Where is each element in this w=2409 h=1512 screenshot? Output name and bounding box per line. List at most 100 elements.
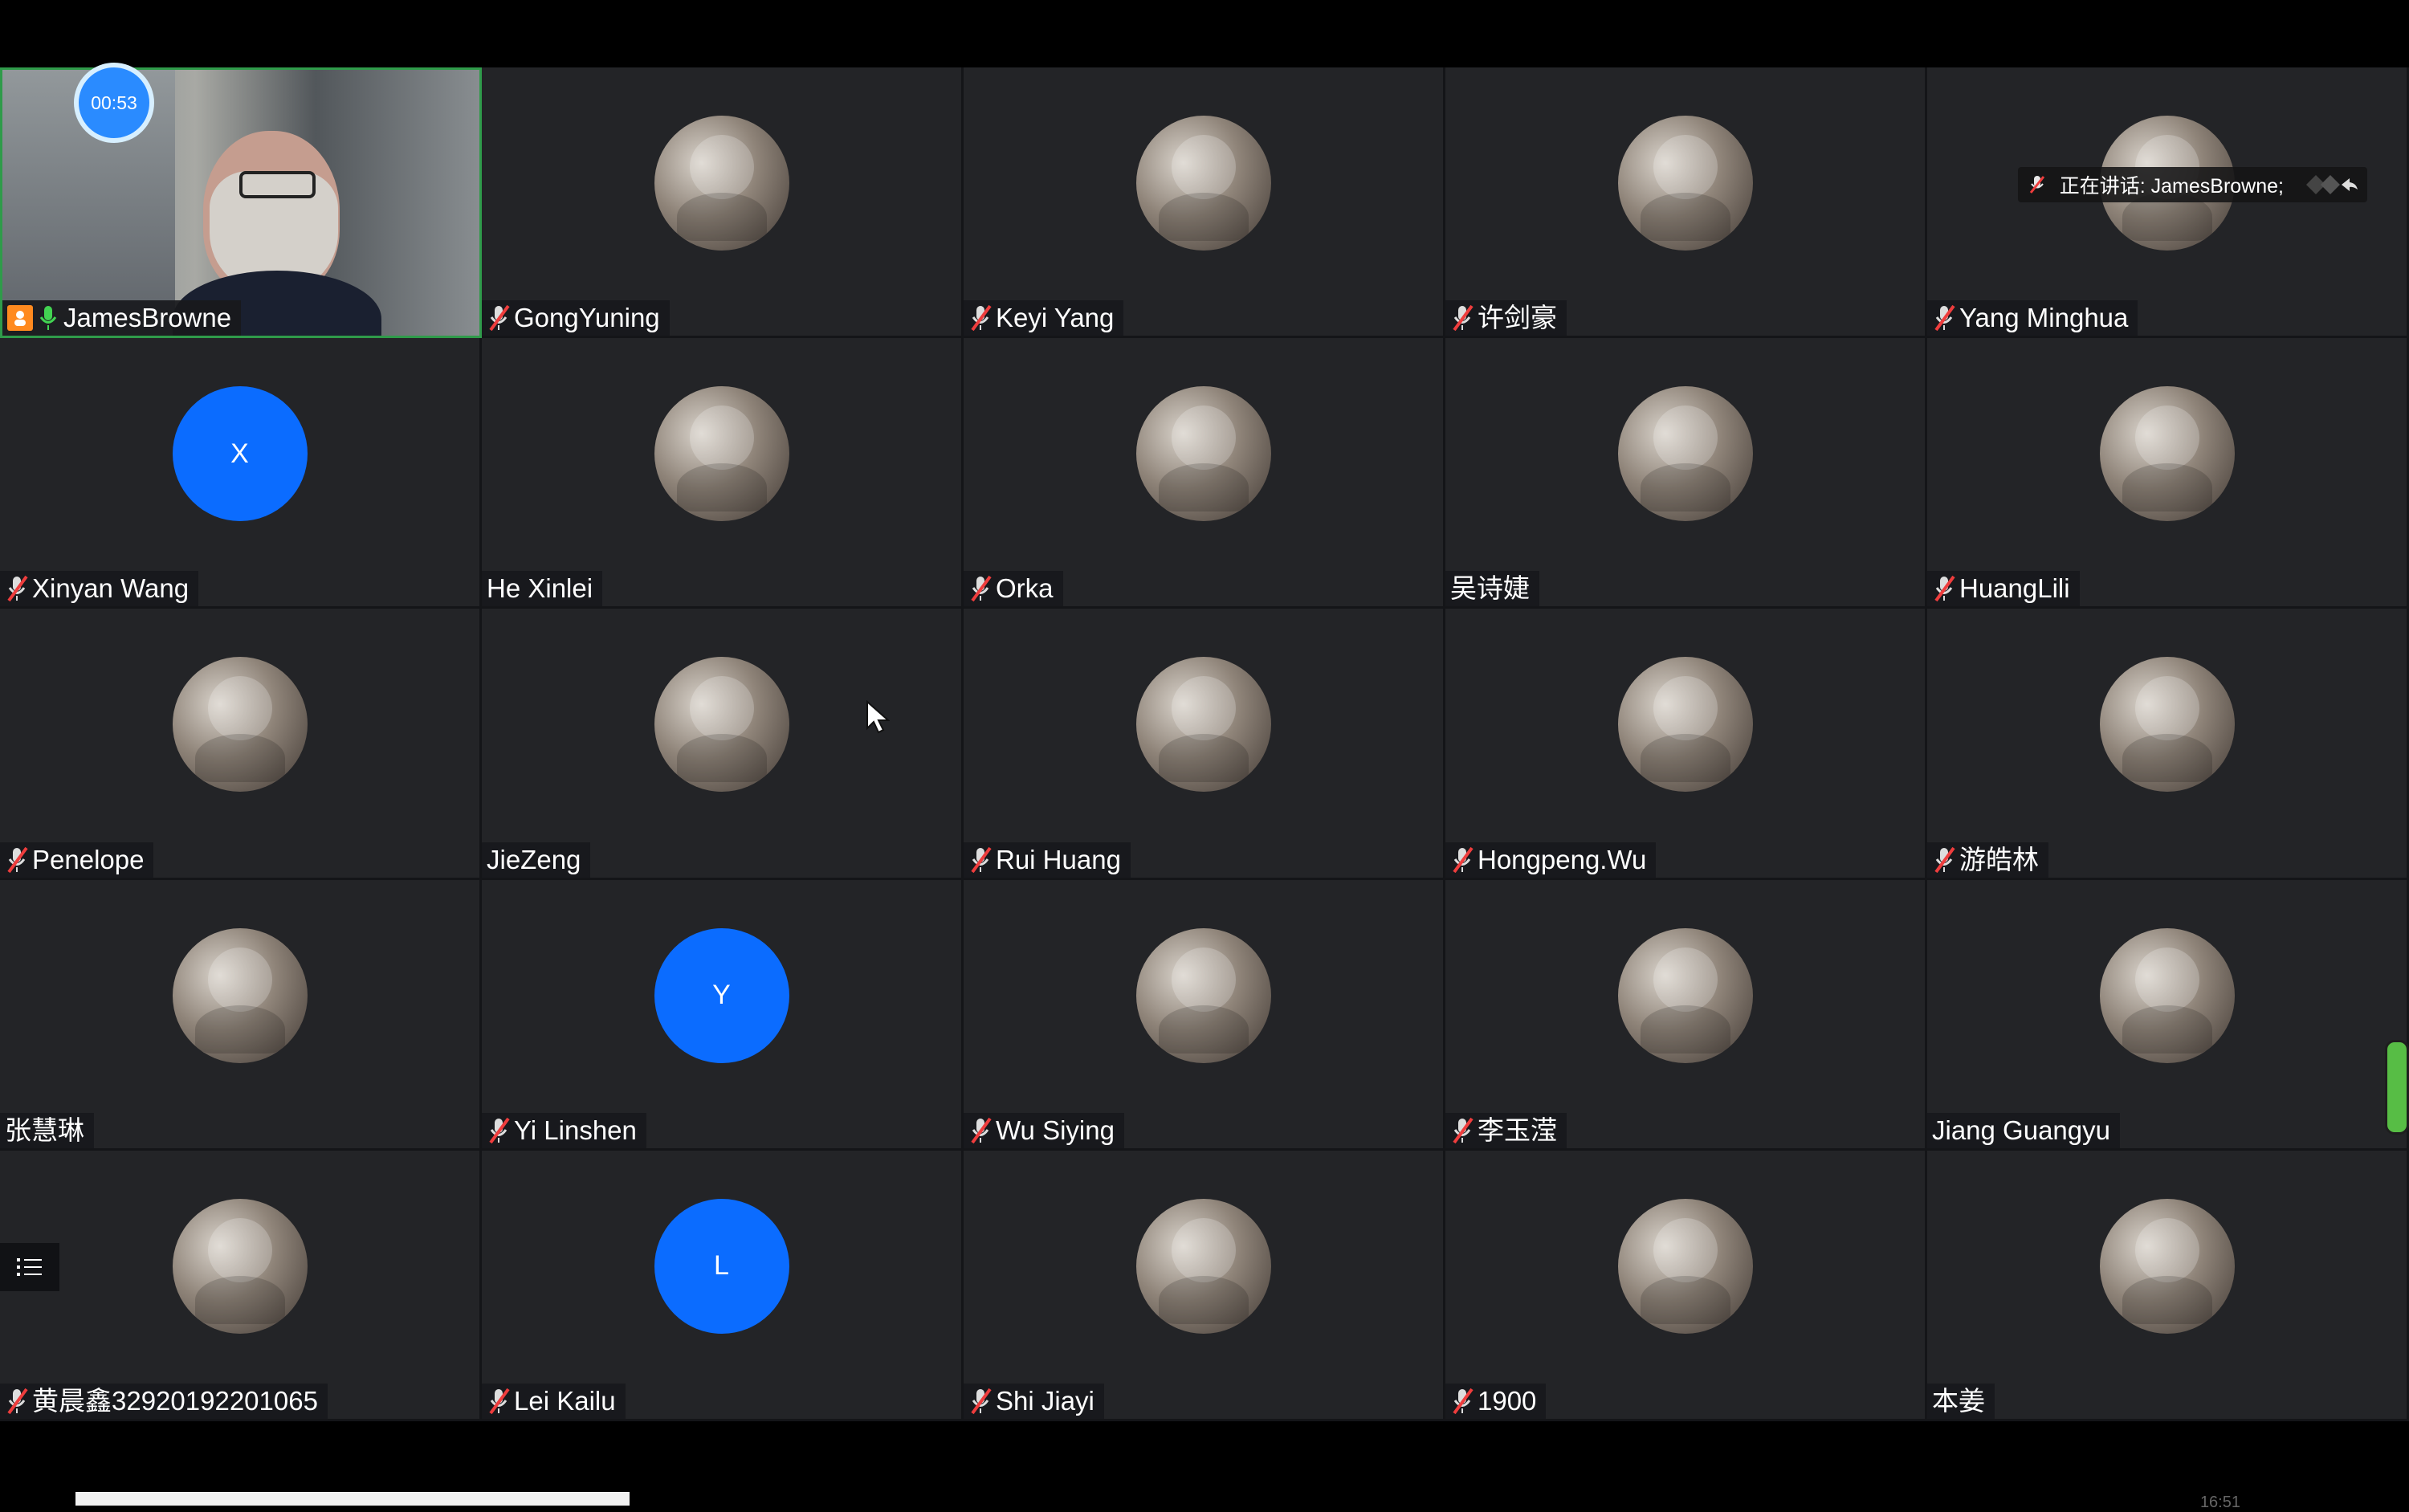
participant-tile[interactable]: 许剑豪	[1445, 67, 1927, 339]
muted-mic-icon	[1934, 576, 1955, 602]
participant-tile[interactable]: 李玉滢	[1445, 879, 1927, 1151]
participant-name-tag: Yang Minghua	[1927, 300, 2138, 336]
participant-name-tag: 黄晨鑫32920192201065	[0, 1383, 328, 1419]
participant-tile[interactable]: Keyi Yang	[964, 67, 1445, 339]
list-icon	[17, 1258, 42, 1276]
participant-name-tag: 本姜	[1927, 1383, 1995, 1419]
bottom-progress-bar	[75, 1492, 630, 1506]
muted-mic-icon	[489, 1117, 510, 1143]
participant-name: Wu Siying	[996, 1115, 1115, 1145]
participant-tile[interactable]: Penelope	[0, 609, 482, 880]
muted-mic-icon	[1453, 1117, 1474, 1143]
participant-name-tag: GongYuning	[482, 300, 670, 336]
participant-tile[interactable]: Jiang Guangyu	[1927, 879, 2409, 1151]
tintin-avatar	[172, 1198, 308, 1334]
cartoon-bear-avatar	[654, 386, 789, 522]
participant-name-tag: 吴诗婕	[1445, 571, 1539, 607]
stadium-photo-avatar	[2099, 657, 2235, 793]
participant-name-tag: Rui Huang	[964, 842, 1131, 878]
mouse-cursor-icon	[866, 700, 890, 734]
muted-mic-icon	[1453, 1388, 1474, 1415]
participant-grid: JamesBrowne GongYuning Keyi Yang 许剑豪 Yan…	[0, 67, 2409, 1421]
participant-name: 吴诗婕	[1450, 573, 1530, 604]
participant-name-tag: Penelope	[0, 842, 154, 878]
participant-tile[interactable]: 游皓林	[1927, 609, 2409, 880]
participant-tile[interactable]: Y Yi Linshen	[482, 879, 964, 1151]
cartoon-dog-avatar	[1617, 116, 1753, 251]
bottom-time: 16:51	[2199, 1494, 2240, 1511]
dog-photo-avatar	[1617, 386, 1753, 522]
fox-cartoon-avatar	[1617, 1198, 1753, 1334]
muted-mic-icon	[7, 576, 28, 602]
participant-name: 李玉滢	[1478, 1115, 1557, 1145]
top-bar	[0, 0, 2409, 67]
participant-name: Jiang Guangyu	[1932, 1115, 2110, 1145]
menu-list-button[interactable]	[0, 1243, 59, 1291]
participant-name: JieZeng	[487, 844, 581, 874]
participant-name: 许剑豪	[1478, 303, 1557, 333]
participant-name: Rui Huang	[996, 844, 1121, 874]
participant-name: HuangLili	[1959, 573, 2070, 604]
participant-name-tag: 张慧琳	[0, 1112, 94, 1148]
participant-tile[interactable]: HuangLili	[1927, 338, 2409, 609]
participant-name-tag: 1900	[1445, 1383, 1547, 1419]
participant-tile[interactable]: 黄晨鑫32920192201065	[0, 1150, 482, 1421]
heart-avatar	[2099, 386, 2235, 522]
participant-tile[interactable]: Rui Huang	[964, 609, 1445, 880]
muted-mic-icon	[971, 846, 992, 873]
participant-tile[interactable]: JamesBrowne	[0, 67, 482, 339]
muted-mic-icon	[971, 576, 992, 602]
participant-tile[interactable]: He Xinlei	[482, 338, 964, 609]
cartoon-face-avatar	[1135, 927, 1271, 1063]
speaking-indicator: 正在讲话: JamesBrowne;	[2017, 167, 2367, 202]
participant-tile[interactable]: Hongpeng.Wu	[1445, 609, 1927, 880]
muted-mic-icon	[1453, 305, 1474, 332]
participant-name: 黄晨鑫32920192201065	[32, 1385, 318, 1416]
speaking-label: 正在讲话: JamesBrowne;	[2059, 175, 2284, 198]
participant-tile[interactable]: 本姜	[1927, 1150, 2409, 1421]
participant-tile[interactable]: 1900	[1445, 1150, 1927, 1421]
participant-tile[interactable]: 吴诗婕	[1445, 338, 1927, 609]
diamond-icons	[2306, 175, 2358, 194]
participant-name: Hongpeng.Wu	[1478, 844, 1647, 874]
participant-name: Lei Kailu	[514, 1385, 616, 1416]
participant-name-tag: Yi Linshen	[482, 1112, 646, 1148]
participant-tile[interactable]: 张慧琳	[0, 879, 482, 1151]
cartoon-cat-avatar	[1135, 1198, 1271, 1334]
participant-tile[interactable]: X Xinyan Wang	[0, 338, 482, 609]
participant-tile[interactable]: JieZeng	[482, 609, 964, 880]
participant-name: Orka	[996, 573, 1054, 604]
muted-mic-icon	[489, 1388, 510, 1415]
participant-name: He Xinlei	[487, 573, 593, 604]
muted-mic-icon	[1934, 846, 1955, 873]
nature-photo-avatar	[1135, 116, 1271, 251]
muted-mic-icon	[489, 305, 510, 332]
mic-icon	[39, 306, 57, 331]
puppy-photo-avatar	[172, 927, 308, 1063]
muted-mic-icon	[7, 1388, 28, 1415]
participant-name-tag: Lei Kailu	[482, 1383, 626, 1419]
muted-mic-icon	[1453, 846, 1474, 873]
participant-name-tag: 游皓林	[1927, 842, 2048, 878]
participant-name-tag: Keyi Yang	[964, 300, 1124, 336]
participant-name-tag: Wu Siying	[964, 1112, 1124, 1148]
host-badge	[7, 305, 33, 332]
grid-scrollbar[interactable]	[2385, 1040, 2409, 1135]
participant-name: GongYuning	[514, 303, 660, 333]
letter-avatar: X	[172, 386, 308, 522]
participant-name-tag: Xinyan Wang	[0, 571, 199, 607]
participant-name: 本姜	[1932, 1385, 1985, 1416]
participant-tile[interactable]: Shi Jiayi	[964, 1150, 1445, 1421]
participant-tile[interactable]: Orka	[964, 338, 1445, 609]
participant-tile[interactable]: Wu Siying	[964, 879, 1445, 1151]
participant-name-tag: HuangLili	[1927, 571, 2080, 607]
cat-photo-avatar	[654, 116, 789, 251]
muted-mic-icon	[971, 1117, 992, 1143]
participant-name: Keyi Yang	[996, 303, 1115, 333]
participant-name-tag: JieZeng	[482, 842, 591, 878]
participant-tile[interactable]: L Lei Kailu	[482, 1150, 964, 1421]
participant-tile[interactable]: Yang Minghua	[1927, 67, 2409, 339]
participant-tile[interactable]: GongYuning	[482, 67, 964, 339]
meeting-timer[interactable]: 00:53	[74, 63, 154, 143]
participant-name: Yi Linshen	[514, 1115, 637, 1145]
